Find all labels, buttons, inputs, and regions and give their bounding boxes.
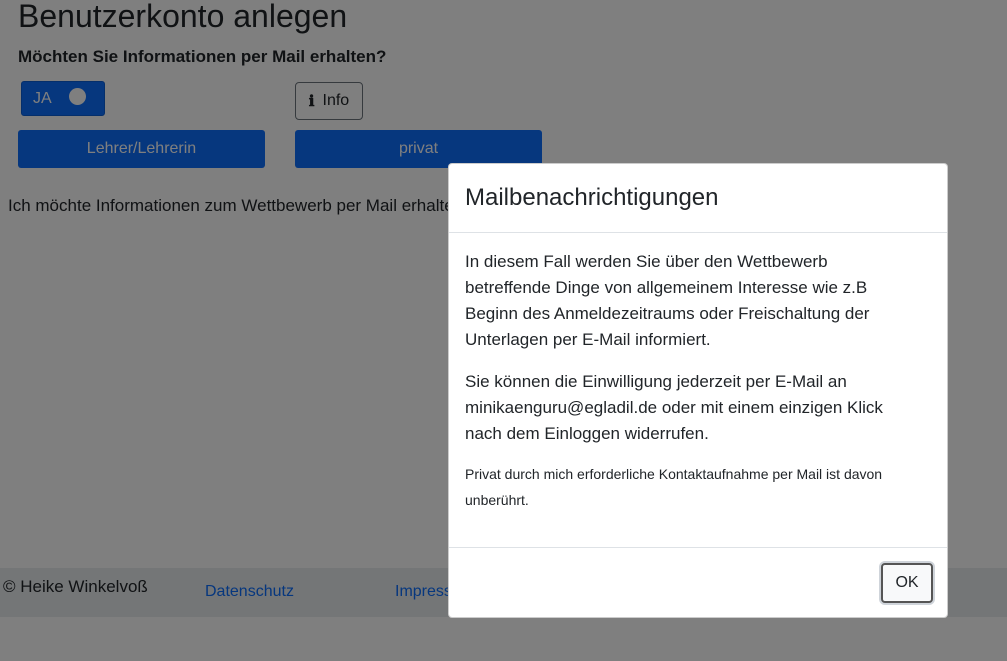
mail-notification-dialog: Mailbenachrichtigungen In diesem Fall we…	[448, 163, 948, 618]
modal-footer: OK	[449, 547, 947, 618]
modal-header: Mailbenachrichtigungen	[449, 164, 947, 233]
modal-note: Privat durch mich erforderliche Kontakta…	[465, 466, 883, 508]
modal-paragraph: In diesem Fall werden Sie über den Wettb…	[465, 252, 870, 349]
modal-body: In diesem Fall werden Sie über den Wettb…	[465, 249, 915, 529]
ok-button[interactable]: OK	[881, 563, 933, 603]
modal-title: Mailbenachrichtigungen	[465, 184, 719, 211]
modal-paragraph: Sie können die Einwilligung jederzeit pe…	[465, 372, 883, 443]
